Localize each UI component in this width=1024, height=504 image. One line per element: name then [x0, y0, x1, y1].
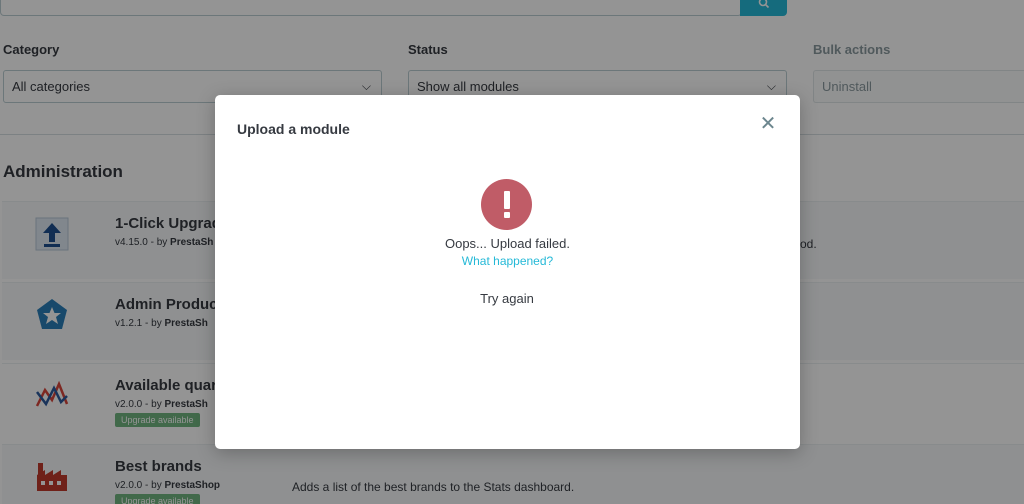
exclamation-icon: [481, 179, 532, 230]
modal-title: Upload a module: [237, 121, 350, 137]
upload-error-message: Oops... Upload failed.: [444, 236, 571, 251]
try-again-button[interactable]: Try again: [457, 291, 557, 306]
upload-module-modal: Upload a module ✕ Oops... Upload failed.…: [215, 95, 800, 449]
what-happened-link[interactable]: What happened?: [215, 254, 800, 268]
close-icon[interactable]: ✕: [758, 114, 778, 134]
